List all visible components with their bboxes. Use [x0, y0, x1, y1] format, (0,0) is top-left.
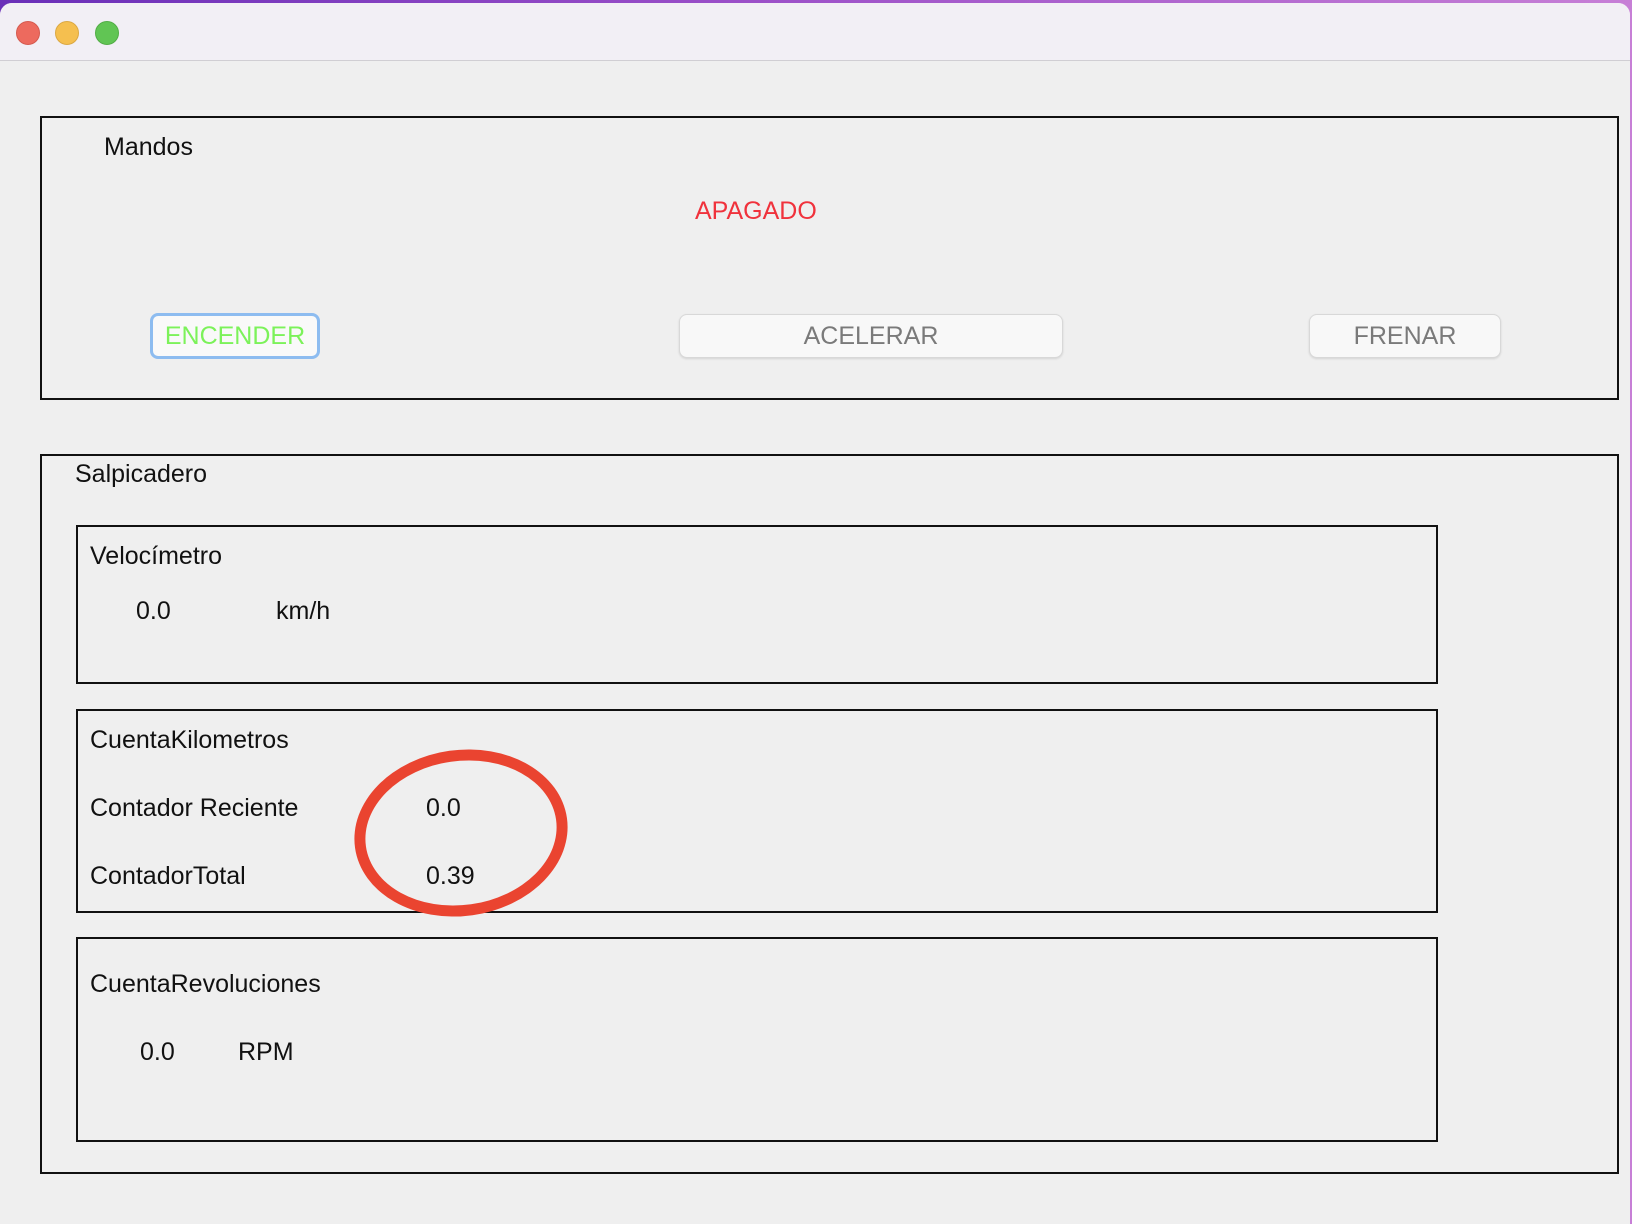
mandos-title: Mandos — [104, 133, 193, 161]
minimize-window-icon[interactable] — [55, 21, 79, 45]
rpm-unit: RPM — [238, 1038, 294, 1066]
encender-button[interactable]: ENCENDER — [150, 313, 320, 359]
title-bar — [0, 3, 1630, 61]
salpicadero-title: Salpicadero — [75, 460, 208, 488]
acelerar-button[interactable]: ACELERAR — [679, 314, 1063, 358]
velocimetro-title: Velocímetro — [90, 542, 223, 570]
cuenta-kilometros-title: CuentaKilometros — [90, 726, 289, 754]
contador-total-label: ContadorTotal — [90, 862, 246, 890]
rpm-value: 0.0 — [140, 1038, 175, 1066]
speed-unit: km/h — [276, 597, 331, 625]
zoom-window-icon[interactable] — [95, 21, 119, 45]
engine-status-label: APAGADO — [695, 197, 817, 225]
cuenta-revoluciones-title: CuentaRevoluciones — [90, 970, 321, 998]
close-window-icon[interactable] — [16, 21, 40, 45]
frenar-button[interactable]: FRENAR — [1309, 314, 1501, 358]
contador-reciente-label: Contador Reciente — [90, 794, 299, 822]
speed-value: 0.0 — [136, 597, 171, 625]
app-window: Mandos APAGADO ENCENDER ACELERAR FRENAR … — [0, 3, 1630, 1224]
